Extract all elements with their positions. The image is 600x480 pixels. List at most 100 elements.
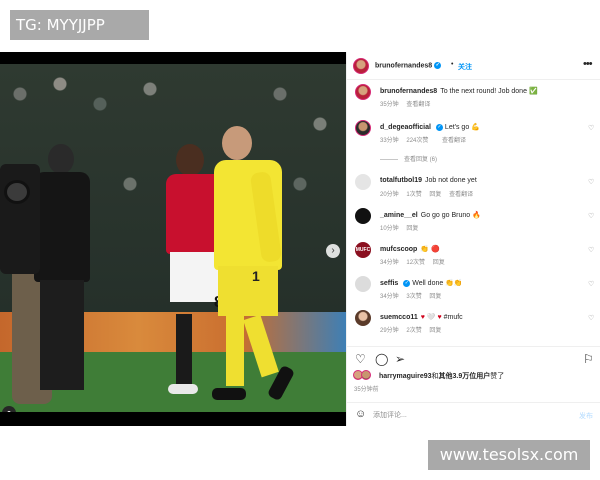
goalkeeper-shorts-number: 1 (252, 268, 260, 284)
comment-like-heart-icon[interactable]: ♡ (588, 124, 594, 132)
likes-count[interactable]: 其他3.9万位用户 (439, 373, 491, 380)
comment-reply-link[interactable]: 回复 (429, 328, 441, 334)
instagram-post: 8 1 › (0, 52, 600, 426)
flexed-biceps-icon: 💪 (471, 124, 480, 131)
comment-meta: 29分钟 2次赞 回复 (380, 325, 447, 334)
comment-like-heart-icon[interactable]: ♡ (588, 314, 594, 322)
comment-username[interactable]: seffis (380, 280, 398, 287)
post-timestamp: 35分钟前 (354, 387, 379, 393)
comment-meta: 33分钟 224次赞 查看翻译 (380, 135, 472, 144)
comment-avatar[interactable] (355, 120, 371, 136)
likes-connector: 和 (431, 373, 439, 380)
bookmark-icon[interactable]: ⚐ (583, 353, 594, 365)
comment-body: Let's go (444, 124, 470, 131)
post-comment-button[interactable]: 发布 (579, 411, 593, 421)
view-replies-label[interactable]: 查看回复 (6) (404, 157, 437, 163)
post-header: brunofernandes8 ✓ • 关注 ••• (347, 52, 600, 80)
comment-reply-link[interactable]: 回复 (406, 226, 418, 232)
caption-translate-link[interactable]: 查看翻译 (406, 102, 430, 108)
comment-time: 34分钟 (380, 294, 399, 300)
smiley-icon[interactable]: ☺ (355, 408, 366, 420)
comment-likes[interactable]: 224次赞 (406, 138, 428, 144)
comment-like-heart-icon[interactable]: ♡ (588, 178, 594, 186)
verified-badge-icon: ✓ (434, 62, 442, 69)
comment-avatar[interactable] (355, 174, 371, 190)
caption-meta: 35分钟 查看翻译 (380, 99, 436, 108)
comment-body: #mufc (443, 314, 463, 321)
caption-time: 35分钟 (380, 102, 399, 108)
post-actions: ♡ ◯ ➢ ⚐ (347, 346, 600, 368)
header-separator: • (451, 61, 454, 68)
chevron-right-icon: › (331, 245, 335, 256)
comment-avatar[interactable] (355, 208, 371, 224)
comment-likes[interactable]: 1次赞 (406, 192, 421, 198)
carousel-next-button[interactable]: › (326, 244, 340, 258)
comment-body: Go go go Bruno (420, 212, 471, 219)
likes-text: harrymaguire93和其他3.9万位用户赞了 (379, 371, 504, 381)
header-username[interactable]: brunofernandes8 ✓ (375, 62, 442, 69)
hearts-icon: ♥ 🤍 ♥ (420, 314, 442, 321)
comment-time: 34分钟 (380, 260, 399, 266)
follow-button[interactable]: 关注 (458, 62, 472, 72)
comment-avatar[interactable] (355, 310, 371, 326)
comment-input[interactable] (373, 409, 553, 421)
post-photo[interactable]: 8 1 › (0, 64, 346, 412)
clap-red-circle-icon: 👏 🔴 (420, 246, 440, 253)
comment-time: 29分钟 (380, 328, 399, 334)
comment-username[interactable]: suemcco11 (380, 314, 418, 321)
view-replies-link[interactable]: 查看回复 (6) (380, 154, 437, 163)
comment-time: 33分钟 (380, 138, 399, 144)
comment-likes[interactable]: 12次赞 (406, 260, 425, 266)
comment-text: _amine__el Go go go Bruno 🔥 (380, 211, 481, 219)
camera-lens (4, 180, 30, 204)
comment-likes[interactable]: 3次赞 (406, 294, 421, 300)
add-comment-bar: ☺ 发布 (347, 402, 600, 426)
fire-icon: 🔥 (472, 212, 481, 219)
post-media: 8 1 › (0, 52, 346, 426)
verified-badge-icon: ✓ (435, 123, 443, 131)
liker-avatar (361, 370, 371, 380)
comment-text: totalfutbol19 Job not done yet (380, 177, 477, 184)
header-username-text[interactable]: brunofernandes8 (375, 62, 432, 69)
comment-icon[interactable]: ◯ (375, 353, 388, 365)
comment-username[interactable]: mufcscoop (380, 246, 417, 253)
watermark-bottom-right: www.tesolsx.com (428, 440, 590, 470)
comment-meta: 34分钟 3次赞 回复 (380, 291, 447, 300)
goalkeeper-yellow-kit: 1 (212, 126, 302, 406)
comment-username[interactable]: totalfutbol19 (380, 177, 422, 184)
likes-summary: harrymaguire93和其他3.9万位用户赞了 (353, 370, 597, 382)
comment-text: d_degeaofficial ✓ Let's go 💪 (380, 123, 480, 131)
comment-username[interactable]: d_degeaofficial (380, 124, 431, 131)
comments-list: brunofernandes8 To the next round! Job do… (347, 84, 600, 342)
comment-meta: 34分钟 12次赞 回复 (380, 257, 451, 266)
caption-username[interactable]: brunofernandes8 (380, 88, 437, 95)
likes-suffix: 赞了 (490, 373, 505, 380)
comment-body: Job not done yet (425, 177, 477, 184)
clapping-hands-icon: 👏👏 (445, 280, 463, 287)
share-icon[interactable]: ➢ (395, 353, 405, 365)
verified-badge-icon: ✓ (403, 279, 411, 287)
comment-text: seffis ✓ Well done 👏👏 (380, 279, 463, 287)
comment-username[interactable]: _amine__el (380, 212, 418, 219)
watermark-top-left: TG: MYYJJPP (10, 10, 149, 40)
comment-translate-link[interactable]: 查看翻译 (449, 192, 473, 198)
comment-reply-link[interactable]: 回复 (429, 294, 441, 300)
check-mark-icon: ✅ (528, 88, 538, 95)
comment-like-heart-icon[interactable]: ♡ (588, 246, 594, 254)
comment-avatar[interactable]: MUFC (355, 242, 371, 258)
comment-like-heart-icon[interactable]: ♡ (588, 280, 594, 288)
comment-avatar[interactable] (355, 276, 371, 292)
comment-likes[interactable]: 2次赞 (406, 328, 421, 334)
profile-avatar[interactable] (353, 58, 369, 74)
caption-avatar[interactable] (355, 84, 371, 100)
comment-translate-link[interactable]: 查看翻译 (442, 138, 466, 144)
comment-reply-link[interactable]: 回复 (429, 192, 441, 198)
comment-time: 10分钟 (380, 226, 399, 232)
liker-username[interactable]: harrymaguire93 (379, 373, 432, 380)
heart-icon[interactable]: ♡ (355, 353, 366, 365)
replies-divider (380, 158, 398, 160)
post-side-panel: brunofernandes8 ✓ • 关注 ••• brunofernandes… (346, 52, 600, 426)
comment-reply-link[interactable]: 回复 (433, 260, 445, 266)
more-horizontal-icon[interactable]: ••• (583, 58, 593, 70)
comment-like-heart-icon[interactable]: ♡ (588, 212, 594, 220)
